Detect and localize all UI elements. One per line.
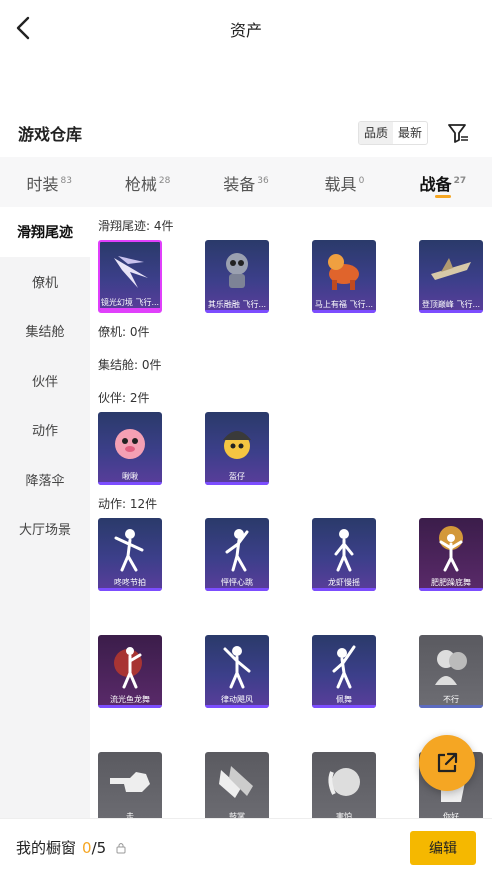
item-card[interactable]: 不行 [419,635,483,708]
showcase-count: 0/5 [82,838,107,857]
section-label-emote: 动作: 12件 [98,497,158,511]
sidebar-item-parachute[interactable]: 降落伞 [0,455,90,505]
item-card[interactable]: 登顶巅峰 飞行... [419,240,483,313]
horse-icon [328,254,359,290]
wings-icon [114,256,148,288]
scared-face-icon [328,768,360,796]
tab-fashion[interactable]: 时装 83 [0,157,98,207]
sidebar-item-partner[interactable]: 伙伴 [0,356,90,406]
pointing-hand-icon [110,772,150,792]
robot-icon [226,253,248,288]
helmet-pet-icon [223,431,251,459]
item-card[interactable]: 盔仔 [205,412,269,485]
dancer-icon [114,529,144,572]
tab-equipment[interactable]: 装备 36 [197,157,295,207]
clapping-hands-icon [219,766,253,798]
page-title: 资产 [229,21,262,40]
section-label-wingman: 僚机: 0件 [98,325,150,339]
burst-dancer-icon [439,526,463,572]
dancer-icon [225,529,249,572]
sort-newest-button[interactable]: 最新 [393,122,427,144]
category-tabs: 时装 83 枪械 28 装备 36 载具 0 战备 27 [0,157,492,207]
tab-weapons[interactable]: 枪械 28 [98,157,196,207]
item-grid: 滑翔尾迹: 4件 镜光幻境 飞行... 其乐融融 飞行... 马上有福 飞行..… [90,207,492,818]
item-card[interactable]: 马上有福 飞行... [312,240,376,313]
sidebar-item-trail[interactable]: 滑翔尾迹 [0,207,90,257]
item-card[interactable]: 佩舞 [312,635,376,708]
share-icon [437,752,458,773]
item-card[interactable]: 律动飓风 [205,635,269,708]
section-label-partner: 伙伴: 2件 [98,391,150,405]
section-label-trail: 滑翔尾迹: 4件 [98,219,174,233]
item-card[interactable]: 害怕 [312,752,376,818]
sidebar-item-wingman[interactable]: 僚机 [0,257,90,307]
dancer-icon [223,646,251,689]
edit-button[interactable]: 编辑 [410,831,476,865]
item-card[interactable]: 走 [98,752,162,818]
item-card[interactable]: 其乐融融 飞行... [205,240,269,313]
item-card[interactable]: 鼓掌 [205,752,269,818]
sidebar-item-lobby-scene[interactable]: 大厅场景 [0,504,90,554]
item-card[interactable]: 怦怦心跳 [205,518,269,591]
warehouse-title: 游戏仓库 [18,125,83,144]
item-card[interactable]: 啾啾 [98,412,162,485]
jet-icon [431,258,471,280]
filter-icon[interactable] [446,121,470,145]
item-card[interactable]: 咚咚节拍 [98,518,162,591]
sort-toggle: 品质 最新 [357,121,428,145]
section-label-pod: 集结舱: 0件 [98,358,162,372]
item-card[interactable]: 龙虾慢摇 [312,518,376,591]
dancer-icon [334,529,354,572]
tab-combat-gear[interactable]: 战备 27 [394,157,492,207]
active-tab-indicator [434,195,451,198]
item-card[interactable]: 镜光幻境 飞行... [98,240,162,313]
share-fab[interactable] [419,735,475,791]
sort-quality-button[interactable]: 品质 [358,122,393,144]
showcase-bar: 我的橱窗 0/5 编辑 [0,818,492,876]
dancer-icon [332,645,356,689]
two-heads-icon [435,650,467,685]
showcase-label: 我的橱窗 [16,839,77,857]
item-card[interactable]: 流光鱼龙舞 [98,635,162,708]
item-card[interactable]: 肥肥躁底舞 [419,518,483,591]
sidebar-item-emote[interactable]: 动作 [0,405,90,455]
dragon-dancer-icon [114,647,142,689]
pink-pet-icon [115,429,145,459]
header: 资产 [0,0,492,58]
warehouse-row: 游戏仓库 品质 最新 [0,118,492,148]
lock-icon [116,842,126,853]
tab-vehicles[interactable]: 载具 0 [295,157,393,207]
back-arrow-icon[interactable] [12,14,36,42]
sidebar: 滑翔尾迹 僚机 集结舱 伙伴 动作 降落伞 大厅场景 [0,207,90,818]
sidebar-item-pod[interactable]: 集结舱 [0,306,90,356]
